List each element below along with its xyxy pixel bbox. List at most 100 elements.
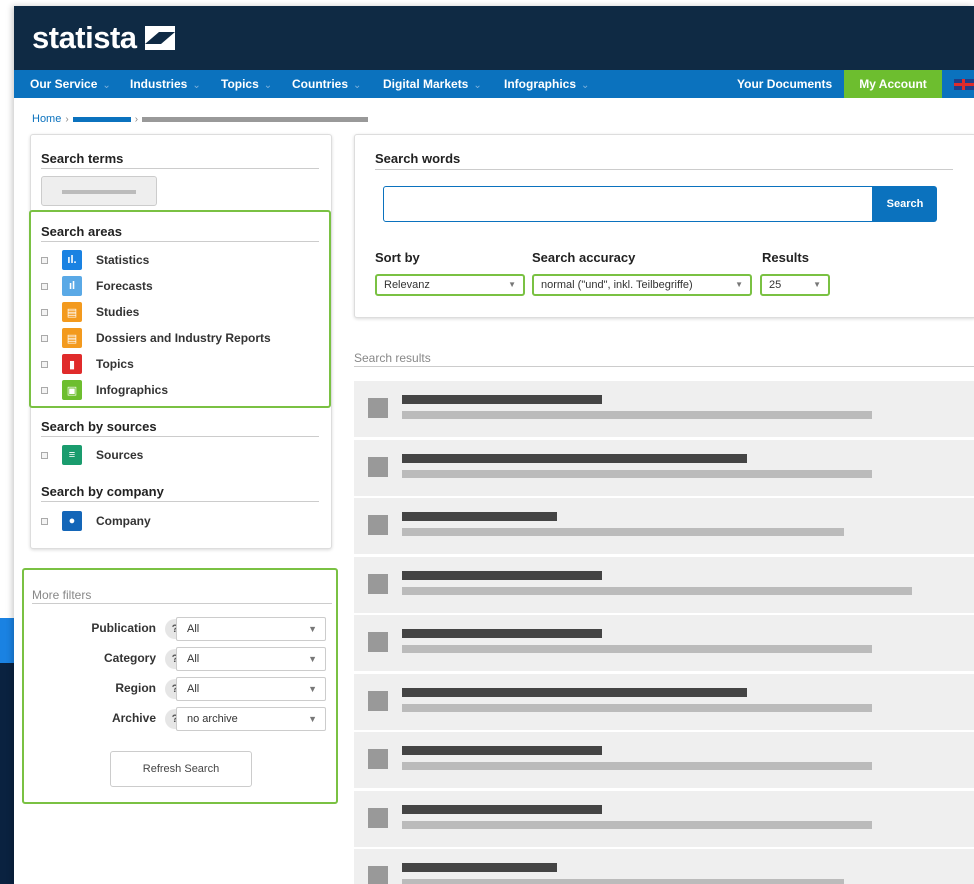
area-checkbox[interactable] <box>41 282 48 290</box>
results-count-select[interactable]: 25 ▼ <box>760 274 830 296</box>
filter-publication: Publication ? All ▼ <box>24 617 336 641</box>
site-header: statista <box>14 6 974 70</box>
area-studies[interactable]: ▤ Studies <box>41 302 139 322</box>
more-filters-title: More filters <box>32 588 92 602</box>
nav-our-service[interactable]: Our Service ⌄ <box>30 70 111 98</box>
search-accuracy-select[interactable]: normal ("und", inkl. Teilbegriffe) ▼ <box>532 274 752 296</box>
result-type-icon <box>368 749 388 769</box>
sources-option[interactable]: ≡ Sources <box>41 445 143 465</box>
area-checkbox[interactable] <box>41 256 48 264</box>
my-account-button[interactable]: My Account <box>844 70 942 98</box>
search-result-row[interactable] <box>354 732 974 788</box>
company-option[interactable]: ● Company <box>41 511 151 531</box>
search-by-company-title: Search by company <box>41 484 164 499</box>
result-title-placeholder[interactable] <box>402 512 557 521</box>
result-subtitle-placeholder <box>402 528 844 536</box>
search-result-row[interactable] <box>354 557 974 613</box>
publication-select[interactable]: All ▼ <box>176 617 326 641</box>
result-title-placeholder[interactable] <box>402 629 602 638</box>
result-subtitle-placeholder <box>402 470 872 478</box>
database-icon: ≡ <box>62 445 82 465</box>
breadcrumb-home[interactable]: Home <box>32 113 61 125</box>
area-label: Dossiers and Industry Reports <box>96 331 271 345</box>
sort-by-label: Sort by <box>375 250 420 265</box>
refresh-search-button[interactable]: Refresh Search <box>110 751 252 787</box>
dropdown-arrow-icon: ▼ <box>308 624 317 634</box>
area-statistics[interactable]: ıl. Statistics <box>41 250 149 270</box>
divider <box>41 241 319 242</box>
area-topics[interactable]: ▮ Topics <box>41 354 134 374</box>
filter-region: Region ? All ▼ <box>24 677 336 701</box>
result-title-placeholder[interactable] <box>402 863 557 872</box>
chevron-down-icon: ⌄ <box>192 80 201 91</box>
select-value: All <box>187 653 200 665</box>
search-result-row[interactable] <box>354 381 974 437</box>
sources-checkbox[interactable] <box>41 451 48 459</box>
dropdown-arrow-icon: ▼ <box>735 280 743 289</box>
result-type-icon <box>368 632 388 652</box>
divider <box>41 168 319 169</box>
select-value: All <box>187 683 200 695</box>
archive-select[interactable]: no archive ▼ <box>176 707 326 731</box>
result-subtitle-placeholder <box>402 704 872 712</box>
sort-by-select[interactable]: Relevanz ▼ <box>375 274 525 296</box>
filter-label: Archive <box>111 711 156 725</box>
select-value: 25 <box>769 279 782 291</box>
uk-flag-icon[interactable] <box>954 79 974 90</box>
area-dossiers[interactable]: ▤ Dossiers and Industry Reports <box>41 328 271 348</box>
search-result-row[interactable] <box>354 791 974 847</box>
more-filters-panel: More filters Publication ? All ▼ Categor… <box>22 568 338 804</box>
filter-label: Publication <box>91 621 156 635</box>
result-type-icon <box>368 808 388 828</box>
company-checkbox[interactable] <box>41 517 48 525</box>
search-result-row[interactable] <box>354 498 974 554</box>
dropdown-arrow-icon: ▼ <box>308 714 317 724</box>
dossier-document-icon: ▤ <box>62 328 82 348</box>
result-type-icon <box>368 866 388 884</box>
area-checkbox[interactable] <box>41 308 48 316</box>
area-infographics[interactable]: ▣ Infographics <box>41 380 168 400</box>
area-checkbox[interactable] <box>41 334 48 342</box>
filter-sidebar: Search terms Search areas ıl. Statistics… <box>29 134 332 549</box>
nav-digital-markets[interactable]: Digital Markets ⌄ <box>383 70 482 98</box>
area-label: Studies <box>96 305 140 319</box>
region-select[interactable]: All ▼ <box>176 677 326 701</box>
result-title-placeholder[interactable] <box>402 571 602 580</box>
breadcrumb-level-1[interactable] <box>72 116 131 122</box>
result-title-placeholder[interactable] <box>402 746 602 755</box>
nav-your-documents[interactable]: Your Documents <box>737 70 832 98</box>
search-result-row[interactable] <box>354 440 974 496</box>
category-select[interactable]: All ▼ <box>176 647 326 671</box>
divider <box>375 169 953 170</box>
result-title-placeholder[interactable] <box>402 688 747 697</box>
filter-archive: Archive ? no archive ▼ <box>24 707 336 731</box>
search-button[interactable]: Search <box>873 186 937 222</box>
search-term-chip[interactable] <box>41 176 157 206</box>
statista-search-page: statista Our Service ⌄ Industries ⌄ Topics… <box>14 6 974 884</box>
search-result-row[interactable] <box>354 849 974 884</box>
nav-countries[interactable]: Countries ⌄ <box>292 70 361 98</box>
area-label: Topics <box>96 357 134 371</box>
search-results-title: Search results <box>354 351 431 365</box>
search-words-title: Search words <box>375 151 461 166</box>
search-result-row[interactable] <box>354 674 974 730</box>
forecast-chart-icon: ıl <box>62 276 82 296</box>
result-title-placeholder[interactable] <box>402 395 602 404</box>
nav-industries[interactable]: Industries ⌄ <box>130 70 201 98</box>
statista-logo[interactable]: statista <box>32 20 175 56</box>
nav-infographics[interactable]: Infographics ⌄ <box>504 70 589 98</box>
search-input[interactable] <box>383 186 873 222</box>
result-subtitle-placeholder <box>402 587 912 595</box>
result-title-placeholder[interactable] <box>402 454 747 463</box>
area-checkbox[interactable] <box>41 386 48 394</box>
search-terms-title: Search terms <box>41 151 124 166</box>
nav-topics[interactable]: Topics ⌄ <box>221 70 272 98</box>
area-checkbox[interactable] <box>41 360 48 368</box>
result-subtitle-placeholder <box>402 411 872 419</box>
dropdown-arrow-icon: ▼ <box>813 280 821 289</box>
select-value: no archive <box>187 713 238 725</box>
search-result-row[interactable] <box>354 615 974 671</box>
area-forecasts[interactable]: ıl Forecasts <box>41 276 153 296</box>
result-title-placeholder[interactable] <box>402 805 602 814</box>
result-subtitle-placeholder <box>402 821 872 829</box>
